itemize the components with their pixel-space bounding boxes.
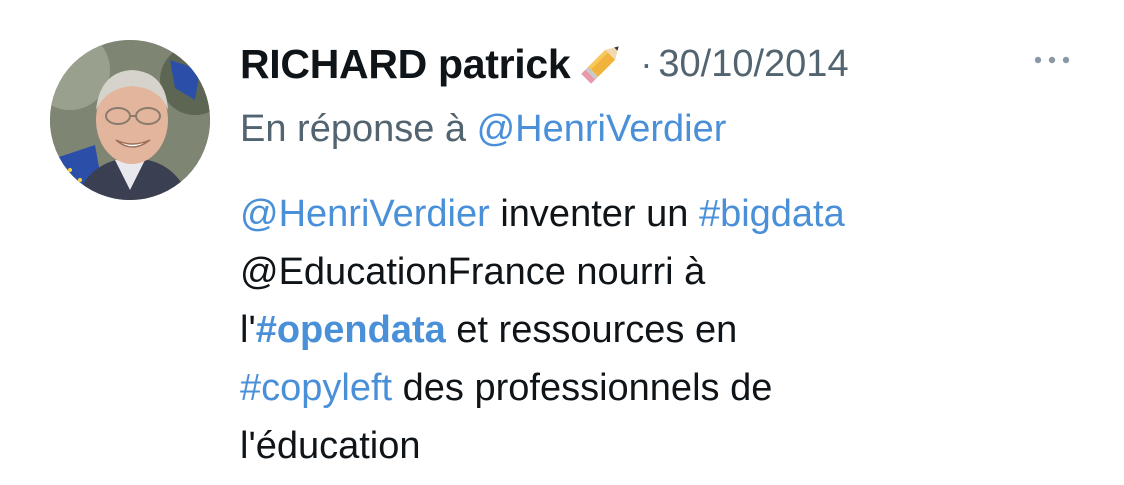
- tweet[interactable]: RICHARD patrick · 30/10/2014 En réponse …: [0, 0, 1124, 485]
- text-line: l'#opendata et ressources en: [240, 301, 1100, 359]
- hashtag-link[interactable]: #bigdata: [699, 193, 845, 235]
- mention-link[interactable]: @HenriVerdier: [240, 193, 490, 235]
- text-segment: des professionnels de: [392, 367, 773, 409]
- reply-context: En réponse à @HenriVerdier: [240, 108, 726, 151]
- tweet-date[interactable]: 30/10/2014: [658, 43, 848, 86]
- text-line: l'éducation: [240, 417, 1100, 475]
- text-segment: l': [240, 309, 256, 351]
- tweet-text: @HenriVerdier inventer un #bigdata @Educ…: [240, 185, 1100, 475]
- text-segment: @EducationFrance nourri à: [240, 251, 706, 293]
- text-line: @HenriVerdier inventer un #bigdata: [240, 185, 1100, 243]
- text-segment: l'éducation: [240, 425, 421, 467]
- text-line: #copyleft des professionnels de: [240, 359, 1100, 417]
- text-segment: et ressources en: [445, 309, 738, 351]
- separator-dot: ·: [640, 43, 653, 84]
- hashtag-link[interactable]: #opendata: [256, 309, 446, 351]
- reply-prefix: En réponse à: [240, 108, 477, 150]
- text-segment: inventer un: [489, 193, 699, 235]
- hashtag-link[interactable]: #copyleft: [240, 367, 392, 409]
- author-name[interactable]: RICHARD patrick: [240, 41, 571, 88]
- avatar-photo: [50, 40, 210, 200]
- more-horizontal-icon[interactable]: [1030, 52, 1074, 68]
- tweet-header: RICHARD patrick · 30/10/2014: [240, 36, 849, 92]
- text-line: @EducationFrance nourri à: [240, 243, 1100, 301]
- reply-handle-link[interactable]: @HenriVerdier: [477, 108, 727, 150]
- avatar[interactable]: [50, 40, 210, 200]
- pencil-icon: [572, 35, 630, 93]
